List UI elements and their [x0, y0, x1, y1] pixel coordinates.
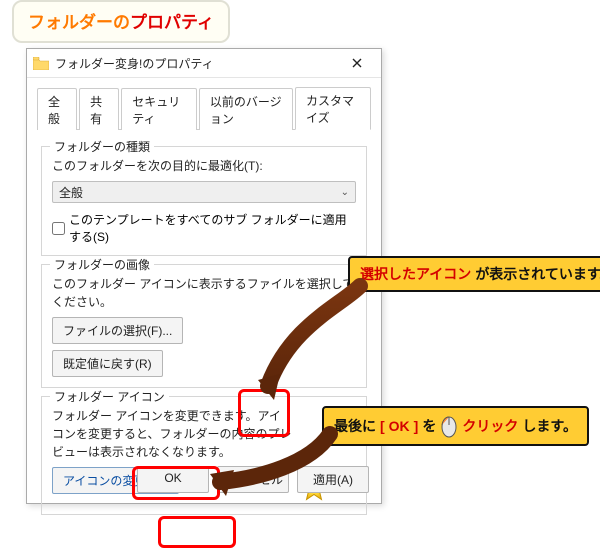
- group-folder-icon-legend: フォルダー アイコン: [50, 388, 169, 405]
- tab-customize[interactable]: カスタマイズ: [295, 87, 371, 130]
- apply-subfolders-row[interactable]: このテンプレートをすべてのサブ フォルダーに適用する(S): [52, 211, 356, 245]
- callout1-red: 選択したアイコン: [360, 264, 471, 284]
- callout2-ok: OK: [389, 418, 410, 434]
- tab-strip: 全般 共有 セキュリティ 以前のバージョン カスタマイズ: [27, 78, 381, 129]
- restore-default-button[interactable]: 既定値に戻す(R): [52, 350, 163, 377]
- bubble-part1: フォルダー: [28, 13, 113, 32]
- folder-icon-desc: フォルダー アイコンを変更できます。アイコンを変更すると、フォルダーの内容のプレ…: [52, 407, 292, 461]
- callout1-rest: が表示されています。: [475, 264, 600, 284]
- annotation-title-bubble: フォルダーのプロパティ: [12, 0, 230, 43]
- group-folder-picture: フォルダーの画像 このフォルダー アイコンに表示するファイルを選択してください。…: [41, 264, 367, 388]
- bubble-part3: プロパティ: [130, 13, 214, 32]
- group-folder-type-legend: フォルダーの種類: [50, 138, 154, 155]
- callout2-mid: を: [422, 416, 436, 436]
- optimize-select[interactable]: 全般 ⌄: [52, 181, 356, 203]
- callout-click-ok: 最後に [ OK ] を クリックします。: [322, 406, 589, 446]
- callout2-click: クリック: [462, 416, 518, 436]
- window-title: フォルダー変身!のプロパティ: [55, 55, 337, 72]
- group-folder-picture-legend: フォルダーの画像: [50, 256, 154, 273]
- choose-file-button[interactable]: ファイルの選択(F)...: [52, 317, 183, 344]
- callout2-br: ]: [414, 418, 419, 434]
- callout2-post: します。: [522, 416, 577, 436]
- bubble-part2: の: [113, 13, 130, 32]
- folder-icon: [33, 57, 49, 70]
- tab-general[interactable]: 全般: [37, 88, 77, 130]
- ok-button[interactable]: OK: [137, 466, 209, 493]
- tab-sharing[interactable]: 共有: [79, 88, 119, 130]
- callout2-bl: [: [380, 418, 385, 434]
- optimize-label: このフォルダーを次の目的に最適化(T):: [52, 157, 356, 175]
- titlebar: フォルダー変身!のプロパティ: [27, 49, 381, 78]
- apply-subfolders-label: このテンプレートをすべてのサブ フォルダーに適用する(S): [69, 211, 356, 245]
- tab-security[interactable]: セキュリティ: [121, 88, 197, 130]
- apply-subfolders-checkbox[interactable]: [52, 222, 65, 235]
- tab-content: フォルダーの種類 このフォルダーを次の目的に最適化(T): 全般 ⌄ このテンプ…: [27, 130, 381, 515]
- close-button[interactable]: [337, 51, 377, 75]
- mouse-icon: [440, 414, 458, 438]
- folder-picture-desc: このフォルダー アイコンに表示するファイルを選択してください。: [52, 275, 356, 311]
- callout2-pre: 最後に: [334, 416, 376, 436]
- highlight-ok-button: [158, 516, 236, 548]
- cancel-button[interactable]: キャンセル: [217, 466, 289, 493]
- group-folder-icon: フォルダー アイコン フォルダー アイコンを変更できます。アイコンを変更すると、…: [41, 396, 367, 515]
- group-folder-type: フォルダーの種類 このフォルダーを次の目的に最適化(T): 全般 ⌄ このテンプ…: [41, 146, 367, 256]
- dialog-footer: OK キャンセル 適用(A): [137, 466, 369, 493]
- tab-previous-versions[interactable]: 以前のバージョン: [199, 88, 293, 130]
- optimize-select-value: 全般: [59, 184, 83, 201]
- chevron-down-icon: ⌄: [341, 187, 349, 198]
- apply-button[interactable]: 適用(A): [297, 466, 369, 493]
- callout-selected-icon: 選択したアイコンが表示されています。: [348, 256, 600, 292]
